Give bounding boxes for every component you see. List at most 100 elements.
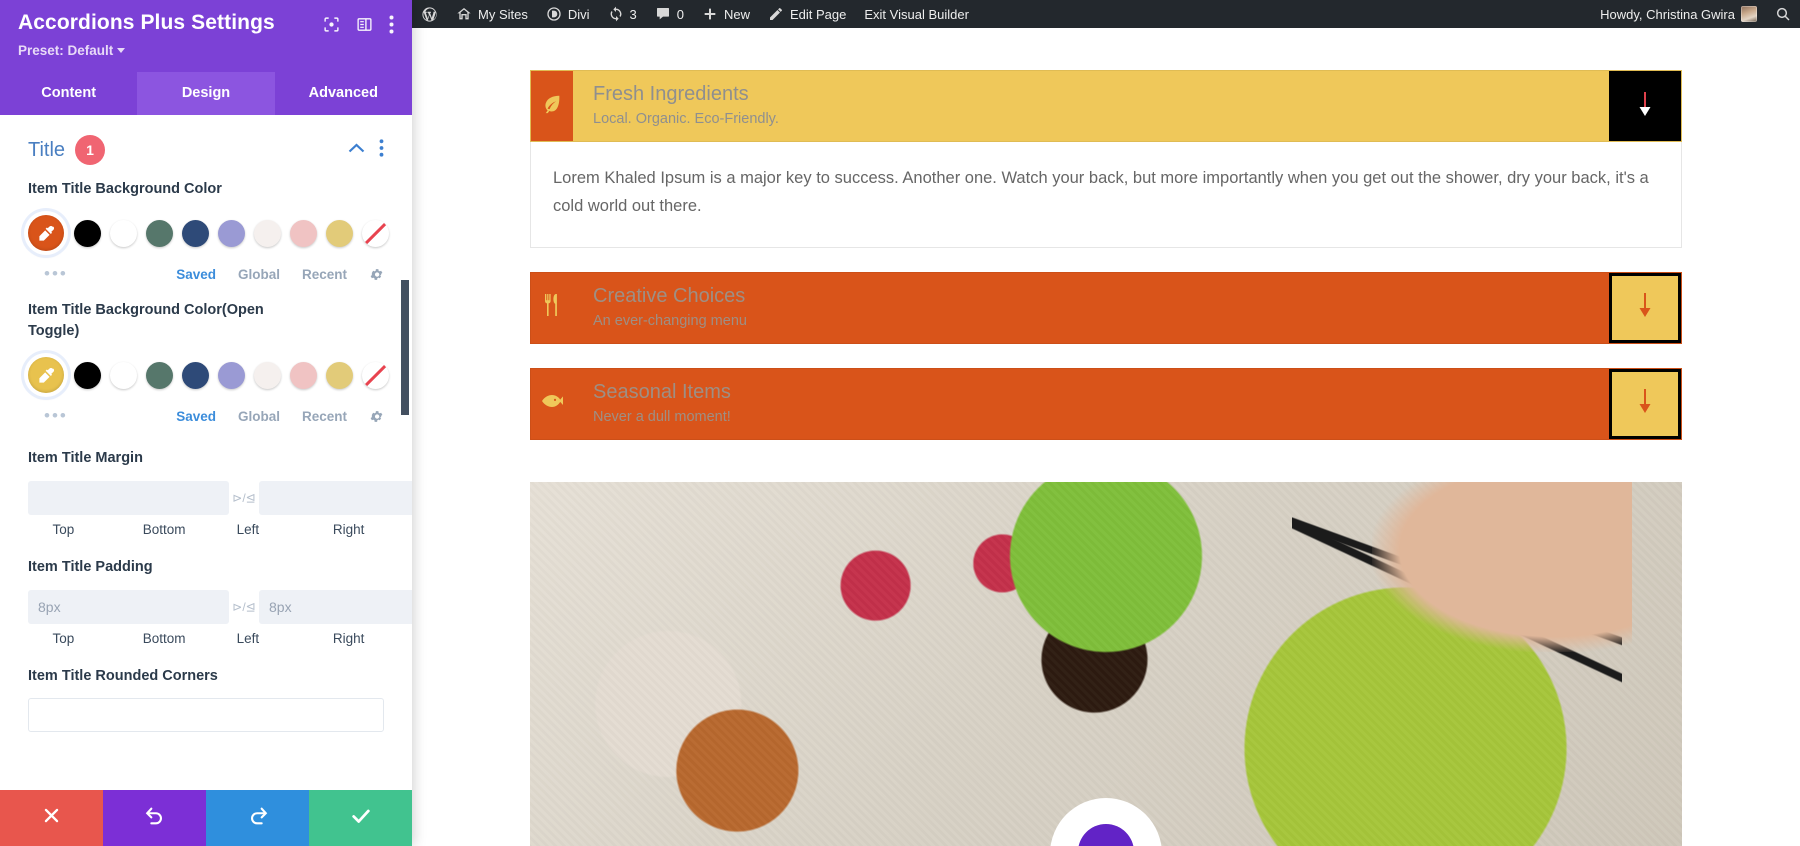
link-sides-icon[interactable]: ⊳/⊴ bbox=[229, 491, 259, 505]
arrow-down-icon bbox=[1637, 290, 1653, 325]
palette-swatch-navy[interactable] bbox=[182, 361, 209, 389]
comments-icon bbox=[655, 6, 671, 22]
margin-bottom-input[interactable] bbox=[259, 481, 412, 516]
palette-swatch-periwinkle[interactable] bbox=[218, 219, 245, 247]
margin-labels-row: Top Bottom Left Right bbox=[28, 522, 384, 537]
palette-swatch-pink[interactable] bbox=[290, 361, 317, 389]
color-tab-saved[interactable]: Saved bbox=[176, 267, 216, 282]
color-tab-global[interactable]: Global bbox=[238, 267, 280, 282]
kebab-menu-icon[interactable] bbox=[389, 15, 394, 39]
color-tab-global[interactable]: Global bbox=[238, 409, 280, 424]
fish-icon bbox=[540, 392, 564, 415]
adminbar-my-account[interactable]: Howdy, Christina Gwira bbox=[1591, 0, 1766, 28]
module-settings-panel: Accordions Plus Settings Preset: Default… bbox=[0, 0, 412, 846]
rounded-corners-control[interactable] bbox=[28, 698, 384, 733]
palette-swatch-periwinkle[interactable] bbox=[218, 361, 245, 389]
accordion-title-bar-3[interactable]: Seasonal Items Never a dull moment! bbox=[530, 367, 1682, 440]
palette-swatch-pink[interactable] bbox=[290, 219, 317, 247]
palette-swatch-black[interactable] bbox=[74, 361, 101, 389]
palette-swatch-white[interactable] bbox=[110, 361, 137, 389]
color-tab-saved[interactable]: Saved bbox=[176, 409, 216, 424]
palette-swatch-offwhite[interactable] bbox=[254, 361, 281, 389]
preset-selector[interactable]: Preset: Default bbox=[18, 43, 126, 58]
accordion-toggle-2[interactable] bbox=[1609, 272, 1681, 343]
adminbar-my-sites[interactable]: My Sites bbox=[447, 0, 537, 28]
palette-swatch-white[interactable] bbox=[110, 219, 137, 247]
updates-icon bbox=[608, 6, 624, 22]
swatch-meta-bg-color: ••• Saved Global Recent bbox=[28, 264, 384, 284]
adminbar-divi-label: Divi bbox=[567, 6, 590, 22]
adminbar-edit-page[interactable]: Edit Page bbox=[759, 0, 855, 28]
accordion-module: Fresh Ingredients Local. Organic. Eco-Fr… bbox=[412, 28, 1800, 846]
accordion-item-2: Creative Choices An ever-changing menu bbox=[530, 271, 1682, 344]
padding-left-label: Left bbox=[236, 631, 260, 647]
section-header-title[interactable]: Title 1 bbox=[28, 115, 384, 179]
padding-top-label: Top bbox=[52, 631, 75, 647]
link-sides-icon[interactable]: ⊳/⊴ bbox=[229, 600, 259, 614]
adminbar-updates[interactable]: 3 bbox=[599, 0, 646, 28]
tab-advanced[interactable]: Advanced bbox=[275, 72, 412, 115]
color-tab-recent[interactable]: Recent bbox=[302, 409, 347, 424]
accordion-gap-1 bbox=[530, 248, 1682, 272]
checkmark-icon bbox=[350, 805, 372, 832]
palette-swatch-gold[interactable] bbox=[326, 219, 353, 247]
accordion-subheading-3: Never a dull moment! bbox=[593, 408, 731, 425]
redo-button[interactable] bbox=[206, 790, 309, 846]
adminbar-comments[interactable]: 0 bbox=[646, 0, 693, 28]
undo-button[interactable] bbox=[103, 790, 206, 846]
accordion-title-bar-2[interactable]: Creative Choices An ever-changing menu bbox=[530, 271, 1682, 344]
food-photo bbox=[530, 481, 1682, 846]
color-tab-recent[interactable]: Recent bbox=[302, 267, 347, 282]
ellipsis-icon[interactable]: ••• bbox=[28, 264, 68, 284]
palette-swatch-transparent[interactable] bbox=[362, 219, 389, 247]
wordpress-logo-icon bbox=[421, 6, 438, 23]
adminbar-search[interactable] bbox=[1766, 0, 1800, 28]
adminbar-new-label: New bbox=[723, 6, 750, 22]
accordion-toggle-1[interactable] bbox=[1609, 71, 1681, 141]
accordion-title-bar-1[interactable]: Fresh Ingredients Local. Organic. Eco-Fr… bbox=[530, 70, 1682, 142]
accordion-heading-1: Fresh Ingredients bbox=[593, 83, 749, 106]
field-item-title-background-color: Item Title Background Color ••• Saved Gl… bbox=[24, 179, 389, 284]
palette-swatch-gold[interactable] bbox=[326, 361, 353, 389]
accordion-toggle-3[interactable] bbox=[1609, 368, 1681, 439]
palette-swatch-green[interactable] bbox=[146, 361, 173, 389]
selected-color-swatch-bg-open[interactable] bbox=[24, 353, 68, 398]
accordion-gap-2 bbox=[530, 344, 1682, 368]
adminbar-exit-visual-builder[interactable]: Exit Visual Builder bbox=[855, 0, 978, 28]
adminbar-divi[interactable]: Divi bbox=[537, 0, 599, 28]
kebab-menu-icon[interactable] bbox=[379, 138, 384, 162]
cancel-button[interactable] bbox=[0, 790, 103, 846]
padding-top-input[interactable] bbox=[28, 590, 229, 625]
margin-bottom-label: Bottom bbox=[142, 522, 186, 538]
accordion-text-cell-2: Creative Choices An ever-changing menu bbox=[573, 273, 1609, 343]
tab-design[interactable]: Design bbox=[137, 72, 275, 115]
tab-content[interactable]: Content bbox=[0, 72, 137, 115]
accordion-icon-cell-3 bbox=[531, 369, 573, 439]
cutlery-icon bbox=[542, 293, 562, 322]
adminbar-new[interactable]: New bbox=[693, 0, 759, 28]
palette-swatch-offwhite[interactable] bbox=[254, 219, 281, 247]
palette-swatch-black[interactable] bbox=[74, 219, 101, 247]
padding-bottom-input[interactable] bbox=[259, 590, 412, 625]
panel-scrollbar[interactable] bbox=[401, 280, 409, 415]
margin-top-input[interactable] bbox=[28, 481, 229, 516]
palette-swatch-green[interactable] bbox=[146, 219, 173, 247]
palette-swatch-navy[interactable] bbox=[182, 219, 209, 247]
field-item-title-padding: Item Title Padding ⊳/⊴ ⊳/⊴ Top bbox=[28, 557, 412, 646]
accordion-subheading-2: An ever-changing menu bbox=[593, 312, 747, 329]
arrow-down-icon bbox=[1637, 89, 1653, 124]
adminbar-wordpress-logo[interactable] bbox=[412, 0, 447, 28]
save-button[interactable] bbox=[309, 790, 412, 846]
eyedropper-icon bbox=[28, 215, 64, 252]
my-sites-icon bbox=[456, 6, 472, 22]
selected-color-swatch-bg[interactable] bbox=[24, 211, 68, 256]
focus-target-icon[interactable] bbox=[323, 16, 340, 38]
palette-swatch-transparent[interactable] bbox=[362, 361, 389, 389]
gear-icon[interactable] bbox=[369, 409, 384, 424]
padding-labels-row: Top Bottom Left Right bbox=[28, 631, 384, 646]
ellipsis-icon[interactable]: ••• bbox=[28, 406, 68, 426]
chevron-up-icon[interactable] bbox=[348, 141, 365, 159]
gear-icon[interactable] bbox=[369, 267, 384, 282]
layout-panel-icon[interactable] bbox=[356, 16, 373, 38]
status-badge: 1 bbox=[75, 135, 106, 165]
